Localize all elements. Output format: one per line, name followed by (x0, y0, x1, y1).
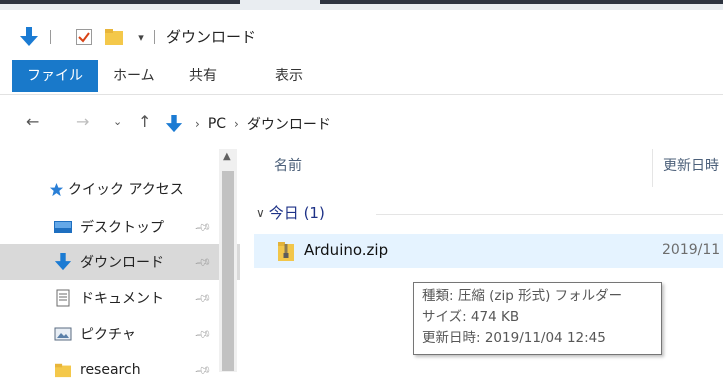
scroll-thumb[interactable] (222, 171, 234, 371)
folder-icon (52, 362, 74, 378)
recent-chevron-icon[interactable]: ⌄ (113, 115, 122, 128)
document-icon (52, 289, 74, 307)
star-icon (48, 182, 64, 197)
zip-folder-icon (276, 241, 296, 267)
tooltip-size: サイズ: 474 KB (422, 309, 520, 325)
nav-item-label: ピクチャ (80, 327, 136, 343)
title-separator (50, 30, 51, 44)
desktop-strip-segment (320, 0, 723, 4)
nav-item-label: research (80, 362, 141, 378)
pin-icon[interactable]: 📌︎ (194, 361, 213, 380)
title-separator (154, 30, 155, 44)
scroll-up-icon[interactable]: ▲ (223, 151, 231, 162)
file-tooltip: 種類: 圧縮 (zip 形式) フォルダー サイズ: 474 KB 更新日時: … (413, 282, 662, 355)
window-title: ダウンロード (166, 28, 257, 46)
group-header[interactable]: ∨ 今日 (1) (256, 202, 325, 223)
pin-icon[interactable]: 📌︎ (194, 289, 213, 308)
ribbon-tabs: ファイル ホーム 共有 表示 (0, 58, 723, 95)
breadcrumb-pc[interactable]: PC (208, 116, 226, 132)
nav-item-label: ドキュメント (80, 291, 164, 307)
desktop-icon (52, 219, 74, 235)
address-bar[interactable]: › PC › ダウンロード (165, 111, 723, 137)
tab-file[interactable]: ファイル (12, 60, 98, 92)
back-arrow-icon[interactable]: ← (26, 112, 39, 131)
column-header-name[interactable]: 名前 (274, 155, 302, 175)
group-header-label: 今日 (1) (268, 204, 325, 222)
navigation-pane: クイック アクセス デスクトップ 📌︎ ダウンロード 📌︎ ドキュメント 📌︎ … (0, 149, 271, 379)
tab-home[interactable]: ホーム (100, 58, 168, 94)
column-divider[interactable] (652, 149, 653, 187)
breadcrumb-separator-icon: › (234, 117, 239, 131)
column-header-date[interactable]: 更新日時 (663, 155, 719, 175)
pin-icon[interactable]: 📌︎ (194, 325, 213, 344)
desktop-strip-segment (0, 0, 240, 4)
desktop-strip (0, 0, 723, 10)
file-list: 名前 更新日時 ∨ 今日 (1) Arduino.zip 2019/11 種類:… (240, 149, 723, 372)
nav-scrollbar[interactable]: ▲ (219, 149, 237, 372)
pictures-icon (52, 327, 74, 341)
nav-item-label: ダウンロード (80, 255, 164, 271)
forward-arrow-icon[interactable]: → (76, 112, 89, 131)
download-arrow-icon (52, 252, 74, 272)
tab-view[interactable]: 表示 (262, 58, 316, 94)
customize-dropdown-icon[interactable]: ▾ (134, 26, 148, 48)
breadcrumb-separator-icon: › (195, 117, 200, 131)
nav-item-label: デスクトップ (80, 220, 164, 236)
file-date: 2019/11 (662, 242, 721, 258)
tab-share[interactable]: 共有 (176, 58, 230, 94)
properties-check-icon[interactable] (74, 26, 94, 48)
tooltip-modified: 更新日時: 2019/11/04 12:45 (422, 330, 606, 346)
breadcrumb-downloads[interactable]: ダウンロード (247, 114, 331, 134)
up-arrow-icon[interactable]: ↑ (138, 112, 151, 131)
address-row: ← → ⌄ ↑ › PC › ダウンロード (0, 95, 723, 149)
title-bar: ▾ ダウンロード (0, 10, 723, 58)
pin-icon[interactable]: 📌︎ (194, 253, 213, 272)
file-row[interactable]: Arduino.zip 2019/11 (254, 234, 723, 268)
download-arrow-icon[interactable] (18, 26, 40, 48)
pin-icon[interactable]: 📌︎ (194, 218, 213, 237)
folder-icon[interactable] (103, 26, 125, 48)
collapse-chevron-icon[interactable]: ∨ (256, 206, 265, 220)
group-divider (376, 214, 723, 215)
tooltip-type: 種類: 圧縮 (zip 形式) フォルダー (422, 288, 623, 304)
download-arrow-icon (165, 114, 183, 134)
file-name: Arduino.zip (304, 241, 389, 259)
nav-item-label: クイック アクセス (68, 182, 184, 198)
